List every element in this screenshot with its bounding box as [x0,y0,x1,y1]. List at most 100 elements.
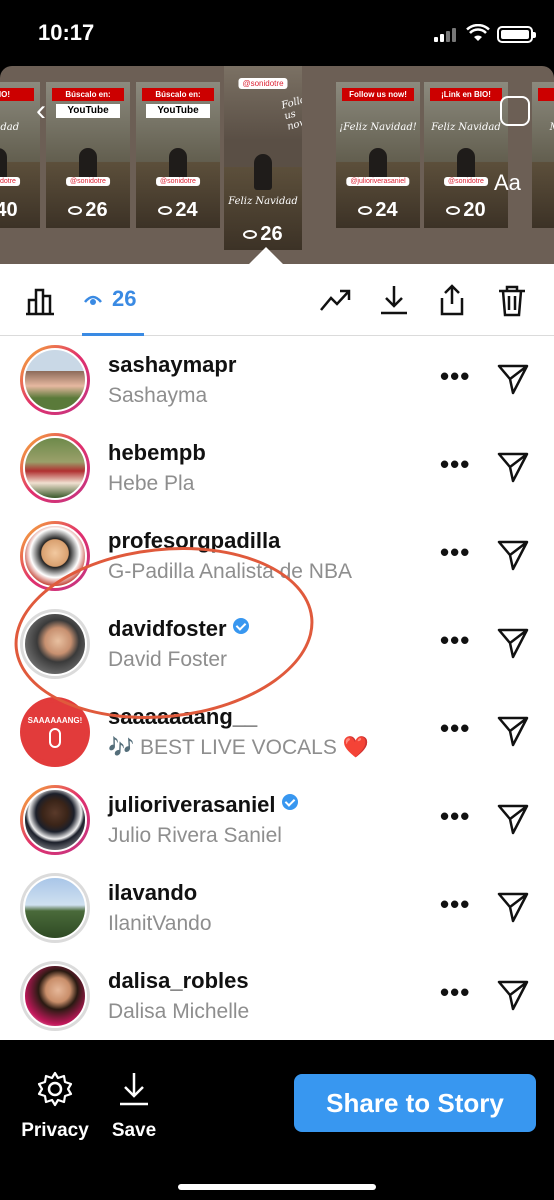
list-item[interactable]: davidfoster David Foster ••• [0,600,554,688]
full-name: 🎶 BEST LIVE VOCALS ❤️ [108,736,369,759]
send-icon[interactable] [496,714,530,748]
more-options-icon[interactable]: ••• [440,803,470,829]
more-options-icon[interactable]: ••• [440,363,470,389]
more-options-icon[interactable]: ••• [440,715,470,741]
eye-icon [446,206,461,216]
insights-icon[interactable] [22,282,58,318]
thumbnail-subtitle: Merry Ch [532,122,554,133]
list-item[interactable]: hebempb Hebe Pla ••• [0,424,554,512]
send-icon[interactable] [496,538,530,572]
more-options-icon[interactable]: ••• [440,451,470,477]
send-icon[interactable] [496,978,530,1012]
eye-icon [358,206,373,216]
username[interactable]: hebempb [108,440,206,466]
username[interactable]: sashaymapr [108,352,236,378]
full-name: Hebe Pla [108,472,195,495]
view-count-number: 40 [0,199,18,221]
username[interactable]: julioriverasaniel [108,792,298,818]
username[interactable]: ilavando [108,880,197,906]
avatar[interactable] [20,345,90,415]
story-thumbnail[interactable]: @sonidotre Feliz Navidad Follow us now! 26 [224,66,302,250]
send-icon[interactable] [496,802,530,836]
story-thumbnail-strip[interactable]: n BIO! Navidad @sonidotre 40 Búscalo en: YouT… [0,66,554,264]
mention-tag: @sonidotre [0,177,20,186]
avatar-logo-text: SAAAAAANG! [27,716,83,725]
delete-icon[interactable] [494,282,530,318]
send-icon[interactable] [496,362,530,396]
send-icon[interactable] [496,626,530,660]
home-indicator[interactable] [178,1184,376,1190]
download-icon[interactable] [376,282,412,318]
avatar[interactable] [20,521,90,591]
privacy-label: Privacy [21,1120,89,1141]
thumbnail-subtitle: ¡Feliz Navidad! [339,122,417,133]
story-thumbnail[interactable]: Búscalo en: YouTube @sonidotre 24 [136,82,220,228]
avatar[interactable]: SAAAAAANG! [20,697,90,767]
avatar[interactable] [20,785,90,855]
list-item[interactable]: julioriverasaniel Julio Rivera Saniel ••… [0,776,554,864]
back-chevron-icon[interactable]: ‹ [36,94,46,128]
share-icon[interactable] [434,282,470,318]
share-to-story-button[interactable]: Share to Story [294,1074,536,1132]
list-item[interactable]: SAAAAAANG! saaaaaaang__ 🎶 BEST LIVE VOCA… [0,688,554,776]
thumbnail-caption: BIO! [538,88,554,101]
save-button[interactable]: Save [104,1070,164,1142]
viewer-count[interactable]: 26 [112,286,136,312]
avatar[interactable] [20,961,90,1031]
mention-tag: @sonidotre [66,177,110,186]
full-name: Julio Rivera Saniel [108,824,282,847]
verified-badge-icon [281,794,298,810]
thumbnail-view-count: 40 [0,199,40,222]
story-thumbnail[interactable]: BIO! Merry Ch [532,82,554,228]
username[interactable]: saaaaaaang__ [108,704,257,730]
youtube-logo-text: YouTube [56,104,120,118]
username[interactable]: profesorgpadilla [108,528,280,554]
thumbnail-caption: n BIO! [0,88,34,101]
mention-tag: @sonidotre [156,177,200,186]
thumbnail-view-count: 26 [46,199,130,222]
thumbnail-subtitle: Navidad [0,122,20,133]
full-name: Sashayma [108,384,208,407]
sticker-icon[interactable] [500,96,530,126]
privacy-button[interactable]: Privacy [18,1070,92,1142]
full-name: Dalisa Michelle [108,1000,250,1023]
avatar[interactable] [20,873,90,943]
story-thumbnail[interactable]: Follow us now! ¡Feliz Navidad! @julioriver… [336,82,420,228]
list-item[interactable]: dalisa_robles Dalisa Michelle ••• [0,952,554,1040]
text-tool-icon[interactable]: Aa [494,170,521,196]
send-icon[interactable] [496,890,530,924]
view-count-number: 20 [463,199,486,221]
username-text[interactable]: davidfoster [108,616,227,641]
story-thumbnail[interactable]: Búscalo en: YouTube @sonidotre 26 [46,82,130,228]
list-item[interactable]: profesorgpadilla G-Padilla Analista de N… [0,512,554,600]
thumbnail-view-count: 24 [136,199,220,222]
mention-tag: @julioriverasaniel [346,177,410,186]
eye-icon [243,230,258,240]
eye-icon [84,295,102,305]
status-time: 10:17 [38,20,95,45]
avatar[interactable] [20,609,90,679]
thumbnail-view-count: 20 [424,199,508,222]
send-icon[interactable] [496,450,530,484]
thumbnail-caption: @sonidotre [238,78,288,89]
more-options-icon[interactable]: ••• [440,979,470,1005]
list-item[interactable]: ilavando IlanitVando ••• [0,864,554,952]
list-item[interactable]: sashaymapr Sashayma ••• [0,336,554,424]
more-options-icon[interactable]: ••• [440,627,470,653]
thumbnail-view-count: 26 [224,223,302,246]
more-options-icon[interactable]: ••• [440,891,470,917]
promote-icon[interactable] [318,282,354,318]
full-name: David Foster [108,648,228,671]
story-thumbnail[interactable]: ¡Link en BIO! Feliz Navidad @sonidotre 20 [424,82,508,228]
eye-icon [158,206,173,216]
username-text[interactable]: julioriverasaniel [108,792,276,817]
view-count-number: 24 [375,199,398,221]
youtube-logo-text: YouTube [146,104,210,118]
username[interactable]: dalisa_robles [108,968,249,994]
story-thumbnail[interactable]: n BIO! Navidad @sonidotre 40 [0,82,40,228]
battery-icon [497,26,536,43]
username[interactable]: davidfoster [108,616,249,642]
avatar[interactable] [20,433,90,503]
bottom-action-bar: Privacy Save Share to Story [0,1040,554,1200]
more-options-icon[interactable]: ••• [440,539,470,565]
